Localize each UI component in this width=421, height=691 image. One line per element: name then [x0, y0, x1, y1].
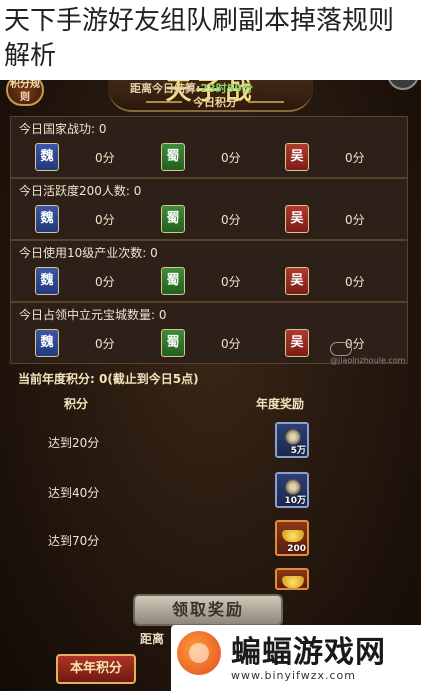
annual-score-tab[interactable]: 本年积分: [56, 654, 136, 684]
wu-flag-icon: 吴: [285, 143, 309, 171]
score-value: 0分: [95, 213, 115, 227]
shu-flag-icon: 蜀: [161, 205, 185, 233]
reward-quantity: 200: [287, 544, 306, 554]
section-header: 今日积分: [146, 94, 284, 110]
category-panel: 今日活跃度200人数: 0 魏 0分 蜀 0分 吴 0分: [10, 178, 408, 240]
game-ui-panel: 天子战 积分规则 × 距离今日结算:23时59分 今日积分 今日国家战功: 0 …: [0, 72, 421, 691]
site-watermark: 蝙蝠游戏网 www.binyifwzx.com: [171, 625, 421, 691]
claim-reward-button[interactable]: 领取奖励: [133, 594, 283, 626]
shu-flag-icon: 蜀: [161, 329, 185, 357]
score-value: 0分: [221, 275, 241, 289]
reward-quantity: 10万: [284, 496, 306, 506]
cutoff-text: 距离: [140, 632, 165, 646]
wu-flag-icon: 吴: [285, 267, 309, 295]
reward-item[interactable]: 200: [275, 520, 309, 556]
score-value: 0分: [221, 213, 241, 227]
shu-flag-icon: 蜀: [161, 143, 185, 171]
wei-flag-icon: 魏: [35, 267, 59, 295]
kingdom-row: 魏 0分 蜀 0分 吴 0分: [11, 267, 409, 299]
reward-column-header: 年度奖励: [256, 397, 305, 411]
reward-quantity: 5万: [290, 446, 306, 456]
score-value: 0分: [95, 337, 115, 351]
wu-flag-icon: 吴: [285, 329, 309, 357]
category-panel: 今日国家战功: 0 魏 0分 蜀 0分 吴 0分: [10, 116, 408, 178]
score-value: 0分: [95, 151, 115, 165]
reward-threshold: 达到20分: [48, 436, 100, 450]
category-title: 今日使用10级产业次数: 0: [19, 246, 158, 260]
category-panel: 今日使用10级产业次数: 0 魏 0分 蜀 0分 吴 0分: [10, 240, 408, 302]
category-title: 今日活跃度200人数: 0: [19, 184, 142, 198]
wei-flag-icon: 魏: [35, 329, 59, 357]
season-score-label: 当前年度积分: 0(截止到今日5点): [18, 372, 199, 386]
wei-flag-icon: 魏: [35, 205, 59, 233]
watermark-label: @jiaoinzhoule.com: [330, 356, 406, 365]
kingdom-row: 魏 0分 蜀 0分 吴 0分: [11, 205, 409, 237]
site-url: www.binyifwzx.com: [231, 669, 357, 682]
reward-item[interactable]: [275, 568, 309, 590]
score-value: 0分: [345, 151, 365, 165]
score-value: 0分: [345, 275, 365, 289]
score-column-header: 积分: [64, 397, 89, 411]
article-title: 天下手游好友组队刷副本掉落规则解析: [0, 0, 421, 80]
bat-logo-icon: [177, 631, 221, 675]
wei-flag-icon: 魏: [35, 143, 59, 171]
category-title: 今日占领中立元宝城数量: 0: [19, 308, 167, 322]
score-value: 0分: [221, 337, 241, 351]
score-value: 0分: [95, 275, 115, 289]
gold-ingot-icon: [282, 576, 304, 588]
wu-flag-icon: 吴: [285, 205, 309, 233]
reward-item[interactable]: 5万: [275, 422, 309, 458]
reward-threshold: 达到40分: [48, 486, 100, 500]
score-value: 0分: [221, 151, 241, 165]
site-name: 蝙蝠游戏网: [231, 635, 386, 670]
watermark-text: @jiaoinzhoule.com: [330, 342, 421, 365]
reward-threshold: 达到70分: [48, 534, 100, 548]
shu-flag-icon: 蜀: [161, 267, 185, 295]
category-title: 今日国家战功: 0: [19, 122, 107, 136]
score-value: 0分: [345, 213, 365, 227]
gold-ingot-icon: [282, 530, 304, 542]
kingdom-row: 魏 0分 蜀 0分 吴 0分: [11, 143, 409, 175]
watermark-icon: [330, 342, 352, 356]
reward-item[interactable]: 10万: [275, 472, 309, 508]
